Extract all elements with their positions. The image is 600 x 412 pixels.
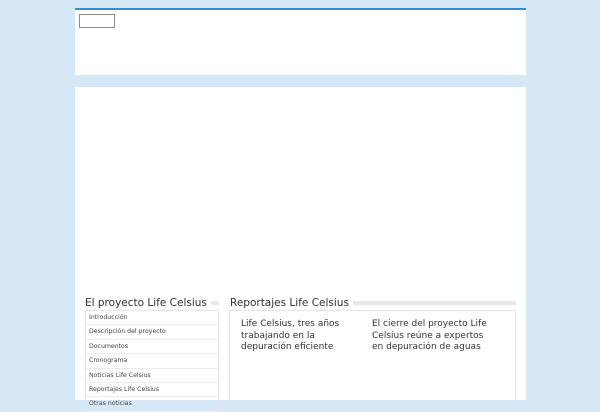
menu-item-reportajes[interactable]: Reportajes Life Celsius [86, 383, 218, 398]
menu-item-introduccion[interactable]: Introducción [86, 311, 218, 326]
sidebar-section-title: El proyecto Life Celsius [85, 297, 219, 309]
reports-title-text: Reportajes Life Celsius [230, 297, 353, 309]
site-header [75, 8, 526, 75]
menu-item-descripcion[interactable]: Descripción del proyecto [86, 325, 218, 340]
report-link[interactable]: El cierre del proyecto Life Celsius reún… [372, 319, 490, 354]
menu-item-noticias[interactable]: Noticias Life Celsius [86, 369, 218, 383]
main-content: El proyecto Life Celsius Introducción De… [75, 87, 526, 412]
menu-item-documentos[interactable]: Documentos [86, 340, 218, 355]
report-link[interactable]: Life Celsius, tres años trabajando en la… [241, 319, 359, 354]
sidebar-title-rule [210, 301, 219, 305]
header-empty-box[interactable] [79, 14, 115, 28]
sidebar-title-text: El proyecto Life Celsius [85, 297, 211, 309]
reports-title-rule [352, 301, 516, 305]
project-menu: Introducción Descripción del proyecto Do… [85, 310, 219, 412]
reports-section-title: Reportajes Life Celsius [230, 297, 516, 309]
menu-item-cronograma[interactable]: Cronograma [86, 354, 218, 369]
reports-list: Life Celsius, tres años trabajando en la… [229, 310, 516, 405]
